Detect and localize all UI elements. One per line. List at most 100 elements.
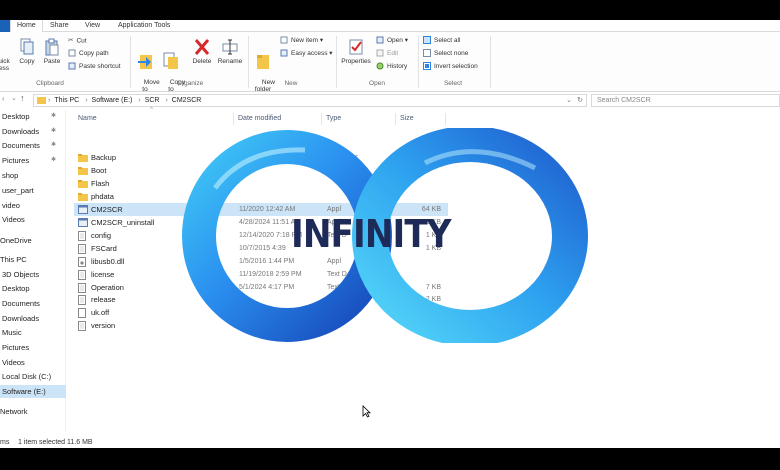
easy-access-button[interactable]: Easy access ▾ [280,48,333,60]
select-all-button[interactable]: Select all [423,35,460,47]
status-item-count: ms [0,439,10,446]
new-group-label: New [284,80,298,87]
nav-item-pictures[interactable]: Pictures [0,341,66,354]
tab-application-tools[interactable]: Application Tools [112,20,176,32]
copy-button[interactable]: Copy [16,38,38,65]
new-item-icon [280,36,288,44]
nav-item-user-part[interactable]: user_part [0,184,66,197]
nav-item-network[interactable]: Network [0,405,66,418]
navigation-pane: Desktop ✱ Downloads ✱ Documents ✱ Pictures ✱… [0,110,66,432]
breadcrumb-software-drive[interactable]: Software (E:) [92,97,133,104]
nav-item-documents[interactable]: Documents [0,297,66,310]
breadcrumb-separator: › [138,97,141,104]
nav-item-shop[interactable]: shop [0,169,66,182]
cut-button[interactable]: ✂ Cut [68,35,87,47]
tab-home[interactable]: Home [10,20,43,32]
file-name: config [91,230,112,240]
nav-item-downloads-quick[interactable]: Downloads ✱ [0,125,66,138]
text-file-icon [78,321,86,335]
chevron-down-icon[interactable]: ⌄ [566,95,572,106]
file-name: Operation [91,282,124,292]
copy-icon [20,38,34,55]
nav-item-local-disk-c[interactable]: Local Disk (C:) [0,370,66,383]
nav-item-videos-quick[interactable]: Videos [0,213,66,226]
invert-selection-button[interactable]: Invert selection [423,61,478,73]
paste-button[interactable]: Paste [41,38,63,65]
delete-button[interactable]: Delete [190,38,214,65]
open-button[interactable]: Open ▾ [376,35,408,47]
file-name: Flash [91,178,110,188]
nav-item-music[interactable]: Music [0,326,66,339]
paste-icon [45,38,59,56]
breadcrumb-separator: › [85,97,88,104]
nav-item-downloads[interactable]: Downloads [0,312,66,325]
select-none-icon [423,49,431,58]
select-none-label: Select none [434,50,469,57]
rename-button[interactable]: Rename [216,38,244,65]
up-arrow-icon[interactable]: ↑ [20,93,25,103]
copy-to-button[interactable]: Copy to [159,38,185,100]
nav-item-video[interactable]: video [0,199,66,212]
properties-button[interactable]: Properties [338,38,374,65]
column-header-size[interactable]: Size [396,113,446,125]
infinity-title: INFINITY [291,212,452,256]
nav-item-videos[interactable]: Videos [0,356,66,369]
move-to-button[interactable]: Move to [133,38,160,100]
address-bar[interactable]: › This PC › Software (E:) › SCR › CM2SCR ⌄ ↻ [33,94,587,107]
select-all-icon [423,36,431,45]
nav-item-desktop-quick[interactable]: Desktop ✱ [0,110,66,123]
new-folder-button[interactable]: New folder [250,38,276,100]
breadcrumb-scr[interactable]: SCR [145,97,160,104]
paste-shortcut-button[interactable]: Paste shortcut [68,61,121,73]
file-name: Boot [91,165,107,175]
edit-button[interactable]: Edit [376,48,398,60]
easy-access-icon [280,49,288,57]
nav-item-onedrive[interactable]: OneDrive [0,234,66,247]
nav-item-documents-quick[interactable]: Documents ✱ [0,139,66,152]
rename-icon [222,39,238,55]
nav-item-3d-objects[interactable]: 3D Objects [0,268,66,281]
select-all-label: Select all [434,37,461,44]
ribbon-separator [490,36,491,88]
paste-label: Paste [43,58,61,65]
nav-label: Desktop [2,112,30,121]
tab-view[interactable]: View [79,20,106,32]
history-button[interactable]: History [376,61,407,73]
nav-label: Pictures [2,156,30,165]
breadcrumb-separator: › [48,97,51,104]
copy-to-icon [163,52,178,69]
refresh-icon[interactable]: ↻ [577,95,583,106]
breadcrumb-cm2scr[interactable]: CM2SCR [172,97,202,104]
chevron-down-icon: ▾ [402,37,408,44]
properties-label: Properties [341,58,371,65]
chevron-down-icon[interactable]: ⌄ [11,94,17,102]
back-arrow-icon[interactable]: ‹ [2,94,5,103]
nav-item-software-e[interactable]: Software (E:) [0,385,66,398]
quick-access-button[interactable]: uick ess [0,58,14,72]
column-header-type[interactable]: Type [322,113,396,125]
pin-icon: ✱ [50,157,56,163]
ribbon-tabs: Home Share View Application Tools [0,20,780,32]
column-header-date-modified[interactable]: Date modified [234,113,322,125]
open-label: Open [387,37,403,44]
tab-share[interactable]: Share [44,20,75,32]
new-item-button[interactable]: New item ▾ [280,35,323,47]
nav-item-desktop[interactable]: Desktop [0,282,66,295]
breadcrumb-this-pc[interactable]: This PC [54,97,79,104]
column-header-name[interactable]: Name [74,113,234,125]
easy-access-label: Easy access [291,50,328,57]
file-name: FSCard [91,243,117,253]
ribbon-separator [130,36,131,88]
nav-item-this-pc[interactable]: This PC [0,253,66,266]
paste-shortcut-label: Paste shortcut [79,63,121,70]
address-row: ‹ ⌄ ↑ › This PC › Software (E:) › SCR › CM2S… [0,92,780,108]
history-icon [376,62,384,70]
nav-item-pictures-quick[interactable]: Pictures ✱ [0,154,66,167]
tab-file[interactable] [0,20,10,32]
search-input[interactable]: Search CM2SCR [591,94,780,107]
copy-path-button[interactable]: Copy path [68,48,109,60]
file-name: version [91,321,116,331]
select-none-button[interactable]: Select none [423,48,468,60]
copy-label: Copy [19,58,35,65]
invert-selection-label: Invert selection [434,63,478,70]
